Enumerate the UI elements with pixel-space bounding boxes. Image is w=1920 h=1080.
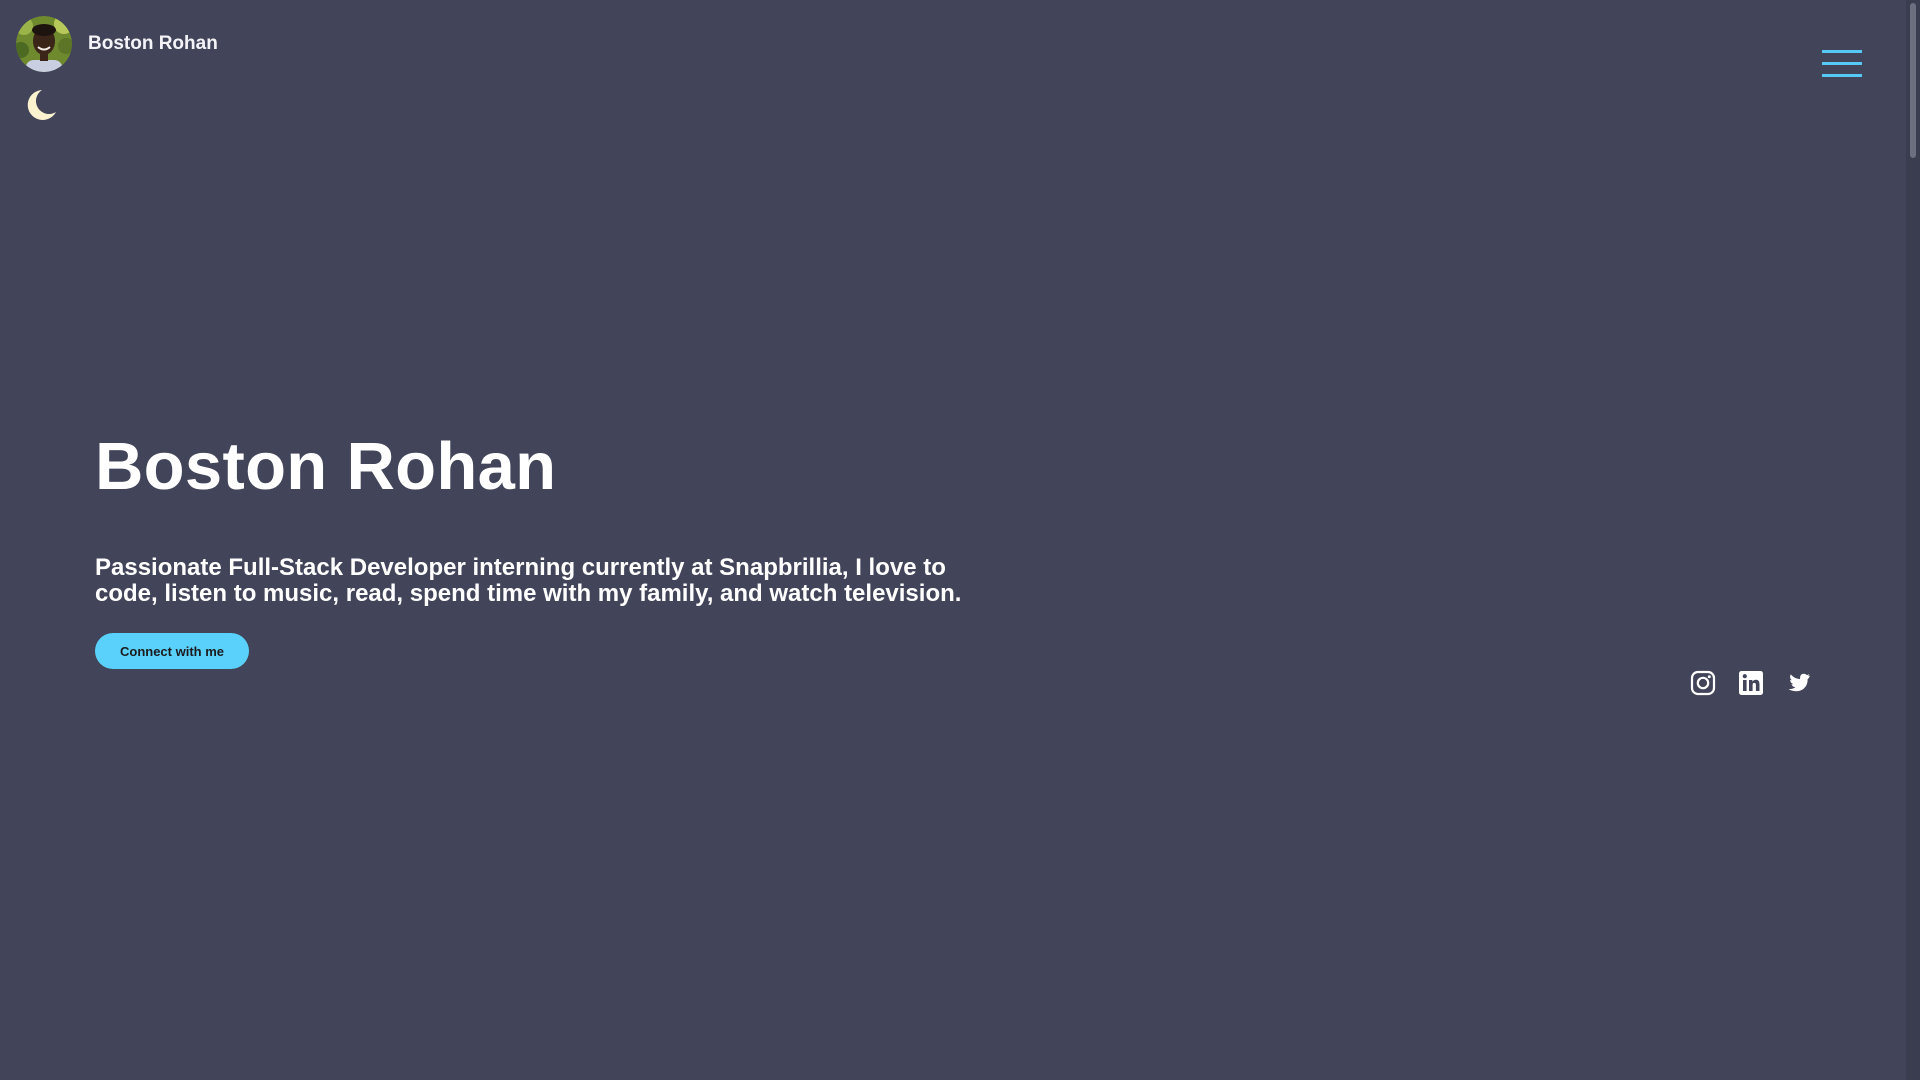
scrollbar-thumb[interactable] [1910,3,1916,158]
hero-description: Passionate Full-Stack Developer internin… [95,554,962,607]
menu-bar-top [1822,50,1862,53]
moon-icon[interactable] [22,88,58,124]
brand[interactable]: Boston Rohan [16,16,218,72]
menu-bar-middle [1822,62,1862,65]
hamburger-menu-icon[interactable] [1820,44,1864,82]
avatar [16,16,72,72]
connect-button[interactable]: Connect with me [95,633,249,669]
linkedin-icon[interactable] [1738,670,1764,696]
brand-name: Boston Rohan [88,33,218,54]
menu-bar-bottom [1822,74,1862,77]
scrollbar[interactable] [1906,0,1920,1080]
portfolio-page: Boston Rohan Boston Rohan Passionate Ful… [0,0,1920,1080]
twitter-icon[interactable] [1786,670,1812,696]
hero-title: Boston Rohan [95,429,557,504]
social-links [1690,670,1812,696]
instagram-icon[interactable] [1690,670,1716,696]
